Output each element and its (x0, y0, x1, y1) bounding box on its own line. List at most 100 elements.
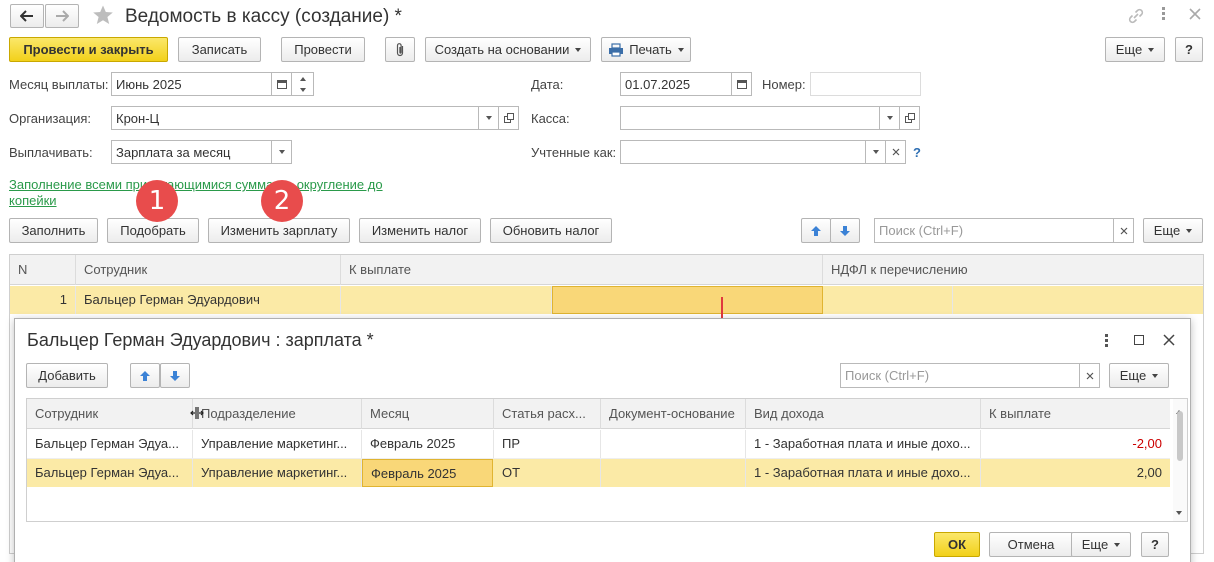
attach-button[interactable] (385, 37, 415, 62)
search-input[interactable]: Поиск (Ctrl+F) (874, 218, 1114, 243)
more-button[interactable]: Еще (1105, 37, 1165, 62)
col-header-department[interactable]: Подразделение (193, 399, 362, 429)
month-stepper[interactable] (291, 72, 314, 96)
fill-button[interactable]: Заполнить (9, 218, 98, 243)
cash-field[interactable] (620, 106, 880, 130)
dialog-move-up-button[interactable] (130, 363, 160, 388)
organization-dropdown-button[interactable] (478, 106, 499, 130)
change-tax-button[interactable]: Изменить налог (359, 218, 481, 243)
fill-mode-link[interactable]: Заполнение всеми причитающимися суммами,… (9, 177, 383, 209)
help-button[interactable]: ? (1175, 37, 1203, 62)
date-field[interactable]: 01.07.2025 (620, 72, 732, 96)
organization-field[interactable]: Крон-Ц (111, 106, 479, 130)
accounted-field[interactable] (620, 140, 866, 164)
update-tax-button[interactable]: Обновить налог (490, 218, 612, 243)
dialog-title: Бальцер Герман Эдуардович : зарплата * (27, 330, 374, 350)
accounted-dropdown-button[interactable] (865, 140, 886, 164)
dialog-table-scrollbar[interactable] (1173, 399, 1187, 521)
chevron-down-icon (1148, 47, 1155, 52)
cancel-button[interactable]: Отмена (989, 532, 1073, 557)
salary-dialog: Бальцер Герман Эдуардович : зарплата * Д… (14, 318, 1191, 562)
move-down-button[interactable] (830, 218, 860, 243)
col-header-payout[interactable]: К выплате (341, 255, 823, 285)
cell-payout[interactable] (552, 286, 823, 314)
col-header-amount[interactable]: К выплате (981, 399, 1170, 429)
dialog-help-button[interactable]: ? (1141, 532, 1169, 557)
dialog-move-down-button[interactable] (160, 363, 190, 388)
dialog-footer-more-button[interactable]: Еще (1071, 532, 1131, 557)
cell-employee: Бальцер Герман Эдуа... (27, 430, 193, 458)
close-icon[interactable] (1189, 8, 1201, 23)
table-more-button[interactable]: Еще (1143, 218, 1203, 243)
create-based-on-button[interactable]: Создать на основании (425, 37, 591, 62)
col-header-basis-document[interactable]: Документ-основание (601, 399, 746, 429)
table-row[interactable]: 1 Бальцер Герман Эдуардович (10, 286, 1203, 314)
annotation-badge-2: 2 (261, 180, 303, 222)
dialog-more-button[interactable]: Еще (1109, 363, 1169, 388)
paperclip-icon (396, 43, 404, 57)
search-clear-button[interactable] (1113, 218, 1134, 243)
dialog-search-input[interactable]: Поиск (Ctrl+F) (840, 363, 1080, 388)
date-calendar-button[interactable] (731, 72, 752, 96)
clear-icon (892, 148, 899, 156)
dialog-more-label: Еще (1119, 368, 1147, 383)
maximize-icon[interactable] (1134, 335, 1144, 345)
dialog-table: Сотрудник Подразделение Месяц Статья рас… (26, 398, 1188, 522)
post-and-close-button[interactable]: Провести и закрыть (9, 37, 168, 62)
col-header-expense-item[interactable]: Статья расх... (494, 399, 601, 429)
arrow-up-icon (811, 225, 821, 236)
organization-open-button[interactable] (498, 106, 519, 130)
chevron-down-icon (1186, 228, 1193, 233)
forward-button[interactable] (45, 4, 79, 28)
table-row[interactable]: Бальцер Герман Эдуа... Управление маркет… (27, 430, 1170, 459)
cell-department: Управление маркетинг... (193, 459, 362, 487)
dialog-close-icon[interactable] (1163, 334, 1175, 349)
chevron-down-icon (1114, 542, 1121, 547)
post-button[interactable]: Провести (281, 37, 365, 62)
accounted-help-link[interactable]: ? (913, 145, 921, 160)
pay-dropdown-button[interactable] (271, 140, 292, 164)
table-row[interactable]: Бальцер Герман Эдуа... Управление маркет… (27, 459, 1170, 487)
cell-expense-item: ОТ (494, 459, 601, 487)
print-button[interactable]: Печать (601, 37, 691, 62)
cell-month[interactable]: Февраль 2025 (362, 459, 493, 487)
cash-dropdown-button[interactable] (879, 106, 900, 130)
window-title: Ведомость в кассу (создание) * (125, 6, 402, 27)
back-button[interactable] (10, 4, 44, 28)
dialog-footer-more-label: Еще (1081, 537, 1109, 552)
col-header-month[interactable]: Месяц (362, 399, 494, 429)
dialog-more-vertical-icon[interactable] (1105, 334, 1109, 347)
fill-mode-link-line1: Заполнение всеми причитающимися суммами,… (9, 177, 383, 192)
accounted-clear-button[interactable] (885, 140, 906, 164)
fill-mode-link-line2: копейки (9, 193, 57, 208)
pay-field[interactable]: Зарплата за месяц (111, 140, 272, 164)
scroll-thumb[interactable] (1177, 411, 1183, 461)
cash-open-button[interactable] (899, 106, 920, 130)
cell-month: Февраль 2025 (362, 430, 494, 458)
resize-cursor-icon (190, 407, 204, 419)
col-header-tax[interactable]: НДФЛ к перечислению (823, 255, 1203, 285)
favorite-star-icon[interactable] (92, 4, 114, 29)
col-header-employee[interactable]: Сотрудник (27, 399, 193, 429)
number-field[interactable] (810, 72, 921, 96)
link-icon[interactable] (1127, 7, 1145, 28)
cell-basis-document (601, 459, 746, 487)
add-button[interactable]: Добавить (26, 363, 108, 388)
calendar-button[interactable] (271, 72, 292, 96)
calendar-icon (736, 80, 747, 89)
month-field[interactable]: Июнь 2025 (111, 72, 272, 96)
dialog-search-clear-button[interactable] (1079, 363, 1100, 388)
col-header-income-type[interactable]: Вид дохода (746, 399, 981, 429)
ok-button[interactable]: ОК (934, 532, 980, 557)
column-resize-handle[interactable] (190, 406, 204, 423)
title-bar: Ведомость в кассу (создание) * (0, 0, 1214, 32)
col-header-n[interactable]: N (10, 255, 76, 285)
accounted-label: Учтенные как: (531, 145, 617, 160)
clear-icon (1086, 372, 1093, 379)
cell-expense-item: ПР (494, 430, 601, 458)
cell-employee: Бальцер Герман Эдуардович (76, 286, 341, 314)
write-button[interactable]: Записать (178, 37, 261, 62)
more-vertical-icon[interactable] (1162, 7, 1166, 20)
move-up-button[interactable] (801, 218, 831, 243)
col-header-employee[interactable]: Сотрудник (76, 255, 341, 285)
